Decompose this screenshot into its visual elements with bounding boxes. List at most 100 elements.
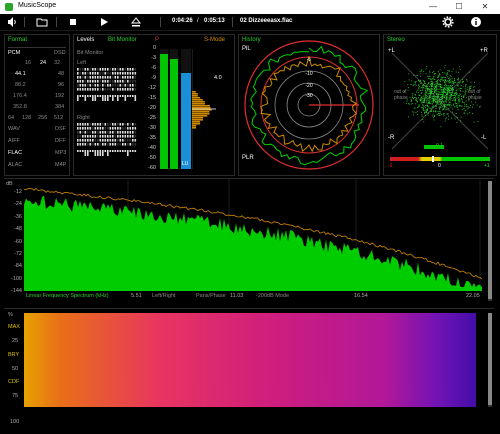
bit-tick: [112, 150, 114, 152]
gonio-dot: [414, 107, 416, 109]
gonio-dot: [452, 91, 454, 93]
gonio-dot: [426, 96, 427, 98]
gonio-dot: [451, 87, 453, 88]
bit-cell: [127, 68, 129, 71]
gonio-dot: [451, 82, 453, 84]
bit-cell: [84, 84, 87, 87]
gonio-dot: [450, 99, 452, 101]
eject-icon[interactable]: [130, 16, 142, 28]
bit-cell: [99, 68, 102, 71]
bit-cell: [87, 123, 89, 126]
gonio-dot: [423, 95, 425, 97]
info-icon[interactable]: [470, 16, 482, 28]
settings-icon[interactable]: [442, 16, 454, 28]
minus-l-label: -L: [481, 135, 487, 141]
bit-cell: [97, 135, 99, 138]
gonio-dot: [439, 113, 440, 115]
scrollbar-thumb[interactable]: [488, 313, 492, 405]
bit-cell: [124, 68, 127, 71]
gonio-dot: [408, 87, 409, 89]
gonio-dot: [420, 79, 421, 81]
bit-tick: [99, 95, 102, 97]
gonio-dot: [454, 102, 456, 104]
gonio-dot: [458, 88, 460, 90]
gonio-dot: [415, 75, 417, 76]
spectrum-y-tick: -100: [10, 275, 22, 282]
left-right-tab[interactable]: Left/Right: [152, 293, 176, 299]
radar-peak-trace: [250, 45, 369, 166]
bit-cell: [114, 139, 117, 142]
gonio-dot: [450, 94, 452, 96]
right-bit-monitor: [77, 123, 137, 156]
gonio-dot: [418, 87, 420, 89]
gonio-dot: [418, 81, 420, 82]
bit-cell: [127, 131, 129, 134]
bit-cell: [117, 135, 119, 138]
meter-scale-label: -35: [148, 135, 156, 141]
gonio-dot: [449, 80, 450, 82]
bit-cell: [112, 84, 114, 87]
gonio-dot: [440, 101, 442, 103]
gonio-dot: [435, 105, 436, 107]
duration-time: 0:05:13: [204, 18, 225, 24]
ring-label: -30: [305, 93, 312, 99]
maximize-button[interactable]: ☐: [448, 0, 470, 14]
bitdepth-24: 24: [40, 60, 47, 66]
bit-cell: [84, 68, 87, 71]
gonio-dot: [433, 93, 435, 95]
gonio-dot: [445, 105, 447, 107]
bit-cell: [109, 135, 112, 138]
gonio-dot: [430, 85, 432, 87]
gonio-dot: [447, 93, 449, 95]
folder-icon[interactable]: [36, 16, 48, 28]
spectrogram-scrollbar[interactable]: [488, 313, 492, 407]
container-aiff: AIFF: [8, 138, 20, 144]
gonio-dot: [441, 103, 443, 105]
pans-phase-tab[interactable]: Pans/Phase: [196, 293, 226, 299]
gonio-dot: [428, 82, 430, 83]
gonio-dot: [450, 85, 452, 87]
bit-cell: [79, 127, 82, 130]
gonio-dot: [469, 86, 470, 88]
smode-label[interactable]: S-Mode: [204, 37, 225, 43]
bitdepth-32: 32: [54, 60, 61, 66]
spectrogram-y-label: 25: [12, 338, 19, 344]
window-title-bar: MusicScope — ☐ ✕: [0, 0, 500, 15]
gonio-dot: [429, 103, 431, 104]
linear-spectrum-tab[interactable]: Linear Frequency Spectrum (kHz): [26, 293, 109, 299]
gonio-dot: [453, 68, 454, 70]
volume-icon[interactable]: [6, 16, 18, 28]
gonio-dot: [439, 69, 441, 71]
gonio-dot: [416, 97, 418, 99]
play-icon[interactable]: [98, 16, 110, 28]
gonio-dot: [425, 109, 427, 111]
gonio-dot: [446, 81, 448, 83]
scrollbar-thumb[interactable]: [488, 181, 492, 299]
gonio-dot: [443, 105, 445, 107]
gonio-dot: [460, 116, 462, 118]
spectrum-scrollbar[interactable]: [488, 181, 492, 301]
gonio-dot: [446, 99, 448, 101]
bit-cell: [84, 143, 87, 146]
gonio-dot: [442, 96, 444, 98]
bit-cell: [94, 131, 97, 134]
bit-tick: [104, 150, 107, 152]
gonio-dot: [430, 90, 432, 92]
levels-mode-tab[interactable]: Bit Monitor: [108, 37, 137, 43]
stop-icon[interactable]: [67, 16, 79, 28]
gonio-dot: [436, 113, 438, 115]
bit-cell: [119, 135, 122, 138]
gonio-dot: [450, 98, 452, 99]
gonio-dot: [462, 90, 464, 92]
bit-cell: [82, 123, 84, 126]
toolbar-separator: [24, 17, 25, 27]
mode-200db-tab[interactable]: -200dB Mode: [256, 293, 289, 299]
gonio-dot: [423, 101, 425, 102]
close-button[interactable]: ✕: [474, 0, 496, 14]
gonio-dot: [438, 90, 440, 92]
rate-96: 96: [58, 82, 65, 88]
minimize-button[interactable]: —: [422, 0, 444, 14]
bit-cell: [102, 131, 104, 134]
bit-cell: [82, 131, 84, 134]
gonio-dot: [447, 73, 448, 75]
